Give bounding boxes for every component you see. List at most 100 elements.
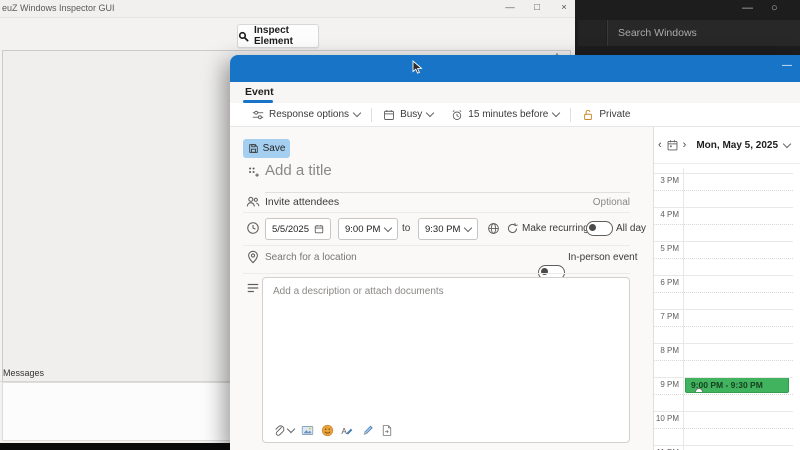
tab-event[interactable]: Event (245, 86, 274, 98)
inspect-element-button[interactable]: Inspect Element (237, 24, 319, 48)
background-circle-button[interactable]: ○ (771, 2, 778, 14)
windows-search-field[interactable]: Search Windows (607, 20, 800, 46)
hour-line (654, 343, 793, 344)
private-label: Private (599, 109, 630, 120)
windows-search-placeholder: Search Windows (618, 27, 697, 39)
toolbar-divider (570, 108, 571, 122)
attach-file-button[interactable] (273, 425, 294, 437)
private-button[interactable]: Private (573, 106, 639, 124)
location-pin-icon (246, 250, 260, 264)
inspector-minimize-button[interactable]: — (505, 2, 515, 13)
insert-image-button[interactable] (301, 424, 314, 437)
recurring-icon (506, 222, 519, 235)
alarm-clock-icon (451, 109, 463, 121)
inspector-window-title: euZ Windows Inspector GUI (2, 3, 115, 13)
half-hour-line (654, 326, 793, 327)
busy-label: Busy (400, 109, 422, 120)
timezone-globe-icon[interactable] (487, 222, 500, 235)
day-calendar-panel: ‹ › Mon, May 5, 2025 9:00 PM - 9:30 PM 3… (653, 127, 800, 450)
chevron-down-icon (353, 109, 361, 117)
hour-line (654, 309, 793, 310)
description-placeholder: Add a description or attach documents (273, 286, 444, 297)
form-divider (243, 212, 630, 213)
dialog-tab-row: Event (230, 82, 800, 103)
hour-label: 8 PM (654, 346, 679, 355)
calendar-event[interactable]: 9:00 PM - 9:30 PM (685, 377, 789, 393)
dialog-titlebar[interactable]: — (230, 55, 800, 82)
save-button[interactable]: Save (243, 139, 290, 158)
chevron-down-icon (384, 223, 392, 231)
hour-label: 5 PM (654, 244, 679, 253)
show-as-busy-button[interactable]: Busy (374, 106, 442, 124)
event-title-input[interactable]: Add a title (265, 162, 332, 179)
all-day-label: All day (616, 223, 646, 234)
form-divider (243, 245, 630, 246)
dialog-minimize-button[interactable]: — (782, 60, 792, 71)
hour-label: 10 PM (654, 414, 679, 423)
to-label: to (402, 223, 410, 234)
attendees-people-icon (246, 195, 260, 209)
loop-document-icon[interactable] (381, 424, 393, 437)
paperclip-icon (273, 425, 285, 437)
background-minimize-button[interactable]: — (742, 2, 753, 14)
clock-icon (246, 221, 260, 235)
calendar-icon (383, 109, 395, 121)
event-drag-handle[interactable] (695, 388, 703, 393)
reminder-button[interactable]: 15 minutes before (442, 106, 568, 124)
mouse-cursor (412, 60, 423, 75)
inspector-maximize-button[interactable]: □ (532, 2, 542, 13)
screen: — ○ Search Windows euZ Windows Inspector… (0, 0, 800, 450)
response-options-label: Response options (269, 109, 349, 120)
hour-line (654, 445, 793, 446)
background-window-controls: — ○ (742, 2, 778, 14)
end-time-value: 9:30 PM (425, 224, 460, 235)
make-recurring-button[interactable]: Make recurring (522, 223, 589, 234)
invite-attendees-input[interactable]: Invite attendees (265, 196, 339, 208)
hour-line (654, 173, 793, 174)
attendees-optional-label: Optional (582, 197, 630, 208)
half-hour-line (654, 428, 793, 429)
hour-line (654, 207, 793, 208)
signature-pen-icon[interactable]: A (341, 424, 354, 437)
hour-line (654, 411, 793, 412)
calendar-picker-icon (314, 224, 324, 234)
inspector-titlebar[interactable]: euZ Windows Inspector GUI — □ × (0, 0, 575, 18)
background-toolbar-button[interactable] (578, 20, 606, 46)
date-picker-field[interactable]: 5/5/2025 (265, 218, 331, 240)
chevron-down-icon (426, 109, 434, 117)
time-grid: 9:00 PM - 9:30 PM 3 PM4 PM5 PM6 PM7 PM8 … (654, 127, 800, 450)
chevron-down-icon (464, 223, 472, 231)
end-time-select[interactable]: 9:30 PM (418, 218, 478, 240)
emoji-button[interactable] (321, 424, 334, 437)
response-options-button[interactable]: Response options (243, 106, 369, 124)
hour-label: 7 PM (654, 312, 679, 321)
lock-open-icon (582, 109, 594, 121)
half-hour-line (654, 292, 793, 293)
hour-label: 4 PM (654, 210, 679, 219)
half-hour-line (654, 394, 793, 395)
toolbar-divider (371, 108, 372, 122)
form-divider (243, 273, 630, 274)
hour-line (654, 241, 793, 242)
half-hour-line (654, 224, 793, 225)
save-label: Save (263, 143, 286, 154)
start-time-select[interactable]: 9:00 PM (338, 218, 398, 240)
date-value: 5/5/2025 (272, 224, 309, 235)
description-editor[interactable]: Add a description or attach documents A (262, 277, 630, 443)
hour-label: 3 PM (654, 176, 679, 185)
svg-text:A: A (341, 427, 347, 436)
chevron-down-icon (552, 109, 560, 117)
description-toolbar: A (273, 424, 393, 437)
location-search-input[interactable]: Search for a location (265, 252, 357, 263)
event-title-icon (247, 165, 261, 179)
in-person-label: In-person event (568, 252, 638, 263)
hour-line (654, 275, 793, 276)
inspector-close-button[interactable]: × (559, 2, 569, 13)
messages-section-label: Messages (3, 368, 44, 378)
draw-pencil-icon[interactable] (361, 424, 374, 437)
inspector-window-controls: — □ × (505, 2, 569, 13)
half-hour-line (654, 360, 793, 361)
save-icon (248, 143, 259, 154)
start-time-value: 9:00 PM (345, 224, 380, 235)
all-day-toggle[interactable] (586, 221, 613, 236)
